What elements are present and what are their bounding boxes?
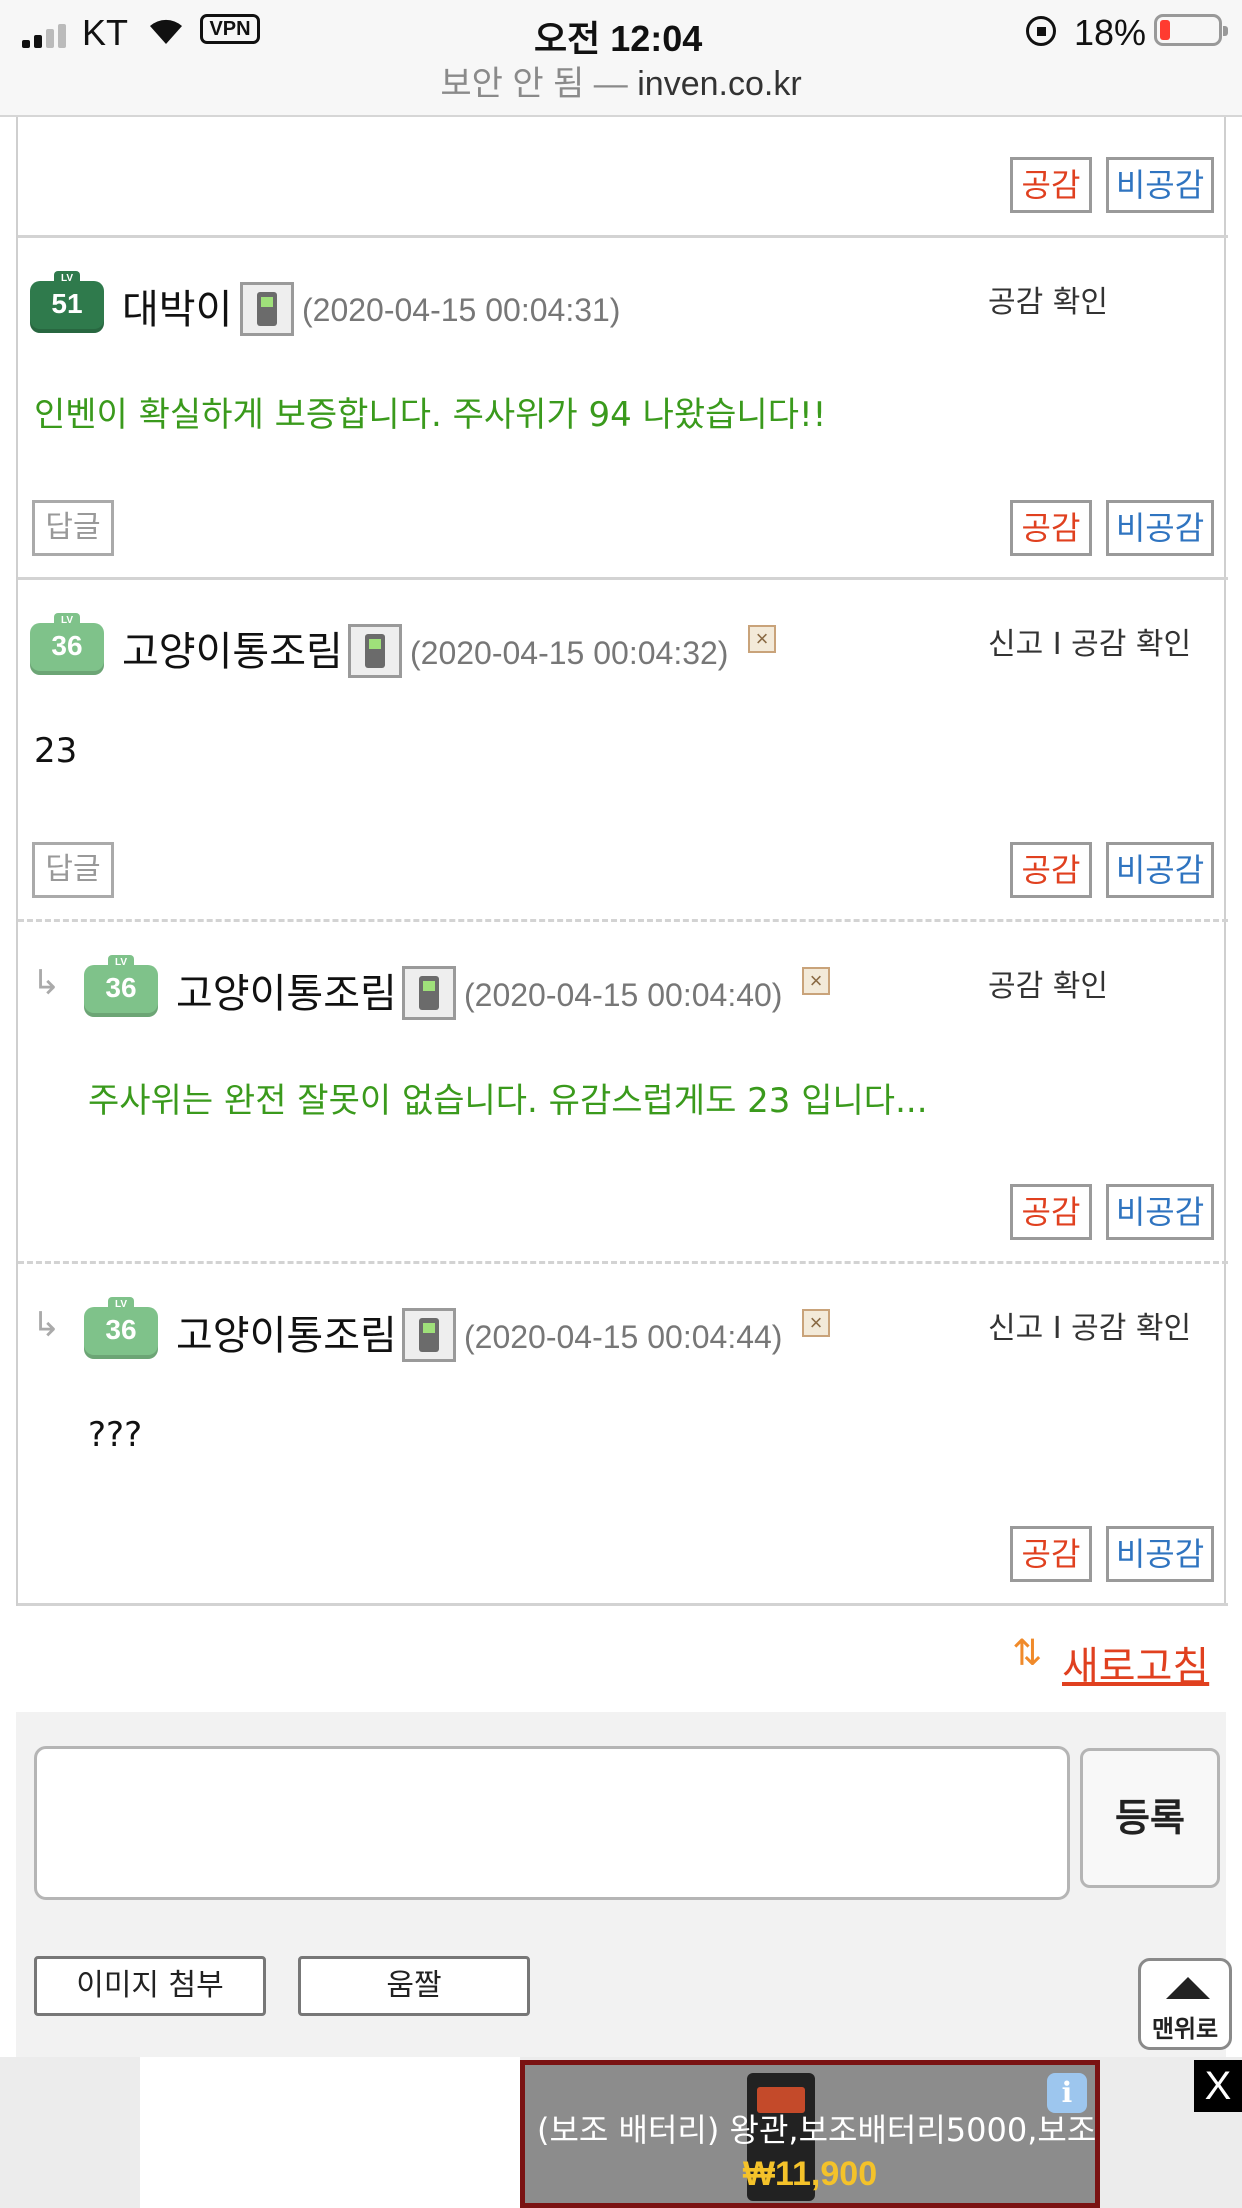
url-domain: inven.co.kr: [637, 65, 802, 103]
vote-up-button[interactable]: 공감: [1010, 1526, 1092, 1582]
vote-up-button[interactable]: 공감: [1010, 1184, 1092, 1240]
broken-image-icon: ×: [748, 625, 776, 653]
submit-button[interactable]: 등록: [1080, 1748, 1220, 1888]
wifi-icon: [146, 14, 186, 46]
vote-down-button[interactable]: 비공감: [1106, 1526, 1214, 1582]
status-bar: KT VPN 오전 12:04 18% 보안 안 됨 — inven.co.kr: [0, 0, 1242, 117]
mobile-phone-icon: [402, 966, 456, 1020]
comment-date: (2020-04-15 00:04:32): [410, 635, 729, 671]
reply-arrow-icon: ↳: [32, 1306, 61, 1344]
reply-button[interactable]: 답글: [32, 500, 114, 556]
broken-image-icon: ×: [802, 967, 830, 995]
comment-textarea[interactable]: [34, 1746, 1070, 1900]
comment-author[interactable]: 고양이통조림: [176, 1303, 397, 1361]
comment-author[interactable]: 고양이통조림: [176, 961, 397, 1019]
mobile-phone-icon: [348, 624, 402, 678]
comment-date: (2020-04-15 00:04:40): [464, 977, 783, 1013]
vpn-badge: VPN: [200, 14, 260, 44]
clock: 오전 12:04: [534, 18, 703, 59]
comment-divider: [18, 235, 1228, 238]
orientation-lock-icon: [1026, 16, 1056, 46]
refresh-icon[interactable]: ⇅: [1012, 1632, 1042, 1674]
ad-title: (보조 배터리) 왕관,보조배터리5000,보조: [537, 2111, 1097, 2149]
signal-icon: [22, 24, 70, 48]
vote-up-button[interactable]: 공감: [1010, 842, 1092, 898]
ad-banner[interactable]: i (보조 배터리) 왕관,보조배터리5000,보조 ₩11,900: [520, 2060, 1100, 2208]
refresh-link[interactable]: 새로고침: [1062, 1634, 1209, 1692]
ad-close-button[interactable]: X: [1194, 2060, 1242, 2112]
level-badge-icon: LV 36: [30, 613, 104, 675]
insecure-label: 보안 안 됨 —: [440, 65, 628, 103]
comment-text: 주사위는 완전 잘못이 없습니다. 유감스럽게도 23 입니다...: [88, 1081, 928, 1121]
mobile-phone-icon: [402, 1308, 456, 1362]
emoticon-button[interactable]: 움짤: [298, 1956, 530, 2016]
mobile-phone-icon: [240, 282, 294, 336]
vote-up-button[interactable]: 공감: [1010, 500, 1092, 556]
ad-price: ₩11,900: [742, 2155, 878, 2193]
comment-actions[interactable]: 공감 확인: [988, 277, 1108, 321]
level-badge-icon: LV 36: [84, 955, 158, 1017]
refresh-row: ⇅ 새로고침: [16, 1606, 1226, 1712]
comment-text: 23: [34, 731, 78, 771]
vote-down-button[interactable]: 비공감: [1106, 500, 1214, 556]
reply-divider: [18, 1261, 1228, 1264]
battery-icon: [1154, 14, 1228, 46]
level-badge-icon: LV 36: [84, 1297, 158, 1359]
comment-text: ???: [88, 1415, 143, 1455]
vote-down-button[interactable]: 비공감: [1106, 842, 1214, 898]
comment-text: 인벤이 확실하게 보증합니다. 주사위가 94 나왔습니다!!: [34, 395, 827, 435]
attach-image-button[interactable]: 이미지 첨부: [34, 1956, 266, 2016]
level-badge-icon: LV 51: [30, 271, 104, 333]
comment-author[interactable]: 고양이통조림: [122, 619, 343, 677]
comment-divider: [18, 577, 1228, 580]
reply-divider: [18, 919, 1228, 922]
comment-actions[interactable]: 신고 I 공감 확인: [988, 1303, 1191, 1347]
url-bar[interactable]: 보안 안 됨 — inven.co.kr: [0, 56, 1242, 105]
comment-actions[interactable]: 공감 확인: [988, 961, 1108, 1005]
ad-blank-area: [140, 2057, 520, 2208]
reply-arrow-icon: ↳: [32, 964, 61, 1002]
battery-percent: 18%: [1074, 12, 1147, 53]
arrow-up-icon: [1166, 1977, 1210, 1999]
vote-up-button[interactable]: 공감: [1010, 157, 1092, 213]
reply-button[interactable]: 답글: [32, 842, 114, 898]
broken-image-icon: ×: [802, 1309, 830, 1337]
scroll-top-button[interactable]: 맨위로: [1138, 1958, 1232, 2050]
comment-actions[interactable]: 신고 I 공감 확인: [988, 619, 1191, 663]
vote-down-button[interactable]: 비공감: [1106, 157, 1214, 213]
comment-author[interactable]: 대박이: [122, 277, 232, 335]
vote-down-button[interactable]: 비공감: [1106, 1184, 1214, 1240]
carrier-label: KT: [82, 12, 129, 53]
comment-date: (2020-04-15 00:04:44): [464, 1319, 783, 1355]
scroll-top-label: 맨위로: [1151, 2015, 1219, 2043]
comment-date: (2020-04-15 00:04:31): [302, 292, 621, 328]
